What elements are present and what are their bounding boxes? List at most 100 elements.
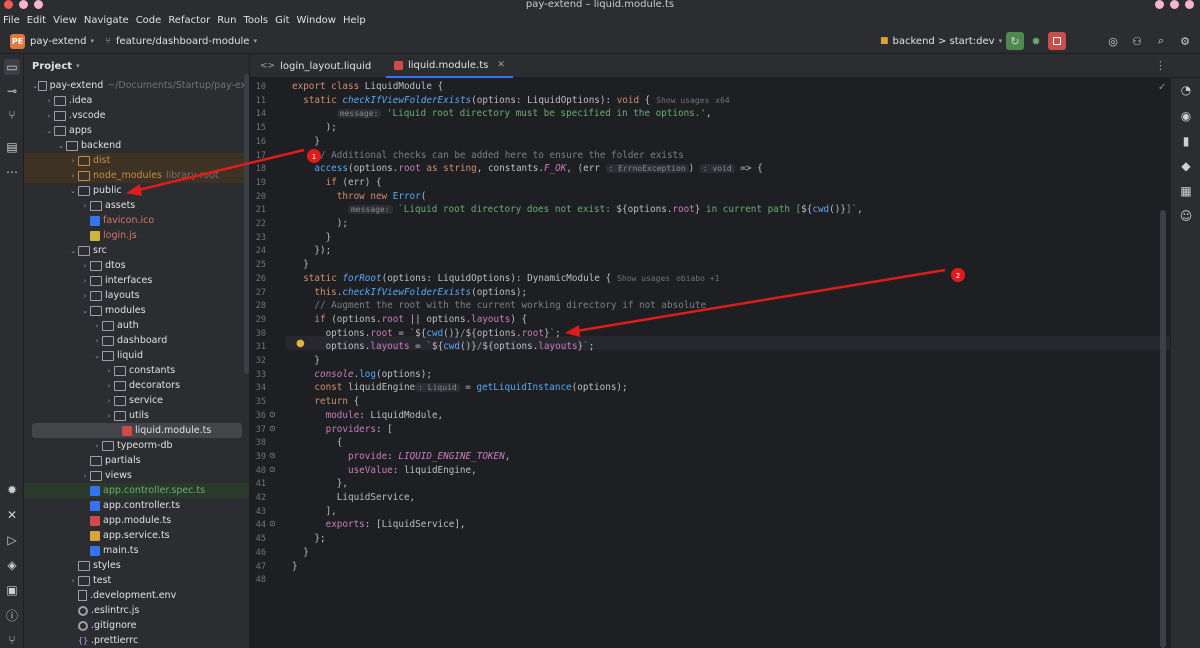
services-tool-button[interactable]: ✕: [4, 507, 20, 523]
project-switcher[interactable]: PE pay-extend ▾: [10, 32, 94, 50]
chevron-right-icon[interactable]: ›: [80, 292, 90, 300]
chevron-right-icon[interactable]: ›: [68, 172, 78, 180]
editor-scrollbar[interactable]: [1160, 210, 1166, 648]
tree-item[interactable]: › dist: [24, 153, 249, 168]
tree-item[interactable]: › utils: [24, 408, 249, 423]
rerun-button[interactable]: ↻: [1006, 32, 1024, 50]
window-control-dot[interactable]: [1170, 0, 1179, 9]
menu-navigate[interactable]: Navigate: [84, 15, 129, 26]
tree-item[interactable]: › node_modules library root: [24, 168, 249, 183]
tree-scrollbar[interactable]: [244, 74, 249, 374]
tree-item[interactable]: › .vscode: [24, 108, 249, 123]
chevron-right-icon[interactable]: ›: [80, 472, 90, 480]
tree-item[interactable]: partials: [24, 453, 249, 468]
tree-item[interactable]: app.controller.spec.ts: [24, 483, 249, 498]
tree-item[interactable]: › test: [24, 573, 249, 588]
tree-item[interactable]: › dashboard: [24, 333, 249, 348]
implementation-gutter-icon[interactable]: ⊙: [269, 465, 276, 474]
code-editor[interactable]: 10 11 14 15 16 17 18 19 20 21 22 23 24 25 26 27 28 29 30 31…: [250, 78, 1170, 648]
terminal-tool-button[interactable]: ▣: [4, 582, 20, 598]
tree-item[interactable]: {} .prettierrc: [24, 633, 249, 648]
tree-item[interactable]: › auth: [24, 318, 249, 333]
endpoints-button[interactable]: ▦: [1178, 183, 1194, 199]
implementation-gutter-icon[interactable]: ⊙: [269, 519, 276, 528]
git-tool-button[interactable]: ⑂: [4, 632, 20, 648]
menu-file[interactable]: File: [3, 15, 20, 26]
tree-item[interactable]: › .idea: [24, 93, 249, 108]
chevron-right-icon[interactable]: ›: [92, 337, 102, 345]
pull-requests-tool-button[interactable]: ⑂: [4, 107, 20, 123]
tree-item[interactable]: ⌄ modules: [24, 303, 249, 318]
more-tabs-icon[interactable]: ⋮: [1155, 59, 1166, 72]
chevron-down-icon[interactable]: ⌄: [92, 352, 102, 360]
tree-item[interactable]: styles: [24, 558, 249, 573]
more-tools-button[interactable]: ⋯: [4, 164, 20, 180]
debug-tool-button[interactable]: ✹: [4, 482, 20, 498]
window-control-dot[interactable]: [1185, 0, 1194, 9]
window-control-dot[interactable]: [1155, 0, 1164, 9]
tree-item[interactable]: ⌄ backend: [24, 138, 249, 153]
show-usages-link[interactable]: Show usages: [617, 274, 670, 283]
tree-item[interactable]: › views: [24, 468, 249, 483]
tree-item[interactable]: app.module.ts: [24, 513, 249, 528]
chevron-right-icon[interactable]: ›: [80, 262, 90, 270]
structure-tool-button[interactable]: ▤: [4, 139, 20, 155]
tree-item[interactable]: main.ts: [24, 543, 249, 558]
implementation-gutter-icon[interactable]: ⊙: [269, 410, 276, 419]
chevron-right-icon[interactable]: ›: [80, 202, 90, 210]
chevron-right-icon[interactable]: ›: [44, 112, 54, 120]
close-icon[interactable]: ✕: [497, 60, 505, 70]
show-usages-link[interactable]: Show usages: [656, 96, 709, 105]
menu-tools[interactable]: Tools: [243, 15, 268, 26]
tree-item[interactable]: favicon.ico: [24, 213, 249, 228]
ai-assistant-button[interactable]: ◉: [1178, 108, 1194, 124]
npm-button[interactable]: ◆: [1178, 158, 1194, 174]
settings-button[interactable]: ⚙: [1176, 32, 1194, 50]
tree-item[interactable]: .gitignore: [24, 618, 249, 633]
tree-item[interactable]: ⌄ public: [24, 183, 249, 198]
tree-item[interactable]: ⌄ src: [24, 243, 249, 258]
tab-liquid-module[interactable]: liquid.module.ts ✕: [386, 54, 513, 78]
tree-item[interactable]: › dtos: [24, 258, 249, 273]
search-button[interactable]: ⌕: [1152, 32, 1170, 50]
menu-help[interactable]: Help: [343, 15, 366, 26]
run-config-selector[interactable]: ■ backend > start:dev ▾: [880, 32, 1002, 50]
chevron-right-icon[interactable]: ›: [68, 157, 78, 165]
tree-item[interactable]: liquid.module.ts: [32, 423, 242, 438]
intention-bulb-icon[interactable]: ●: [296, 338, 305, 349]
vcs-tool-button[interactable]: ◈: [4, 557, 20, 573]
project-tool-button[interactable]: ▭: [4, 59, 20, 75]
menu-code[interactable]: Code: [136, 15, 162, 26]
project-panel-header[interactable]: Project ▾: [24, 54, 249, 78]
branch-switcher[interactable]: ⑂ feature/dashboard-module ▾: [105, 32, 257, 50]
menu-run[interactable]: Run: [217, 15, 236, 26]
chevron-down-icon[interactable]: ⌄: [68, 247, 78, 255]
chevron-right-icon[interactable]: ›: [92, 442, 102, 450]
chevron-right-icon[interactable]: ›: [104, 382, 114, 390]
menu-edit[interactable]: Edit: [27, 15, 46, 26]
chevron-right-icon[interactable]: ›: [68, 577, 78, 585]
menu-git[interactable]: Git: [275, 15, 289, 26]
tree-item[interactable]: › decorators: [24, 378, 249, 393]
tree-item[interactable]: .eslintrc.js: [24, 603, 249, 618]
chevron-right-icon[interactable]: ›: [44, 97, 54, 105]
tree-item[interactable]: ⌄ liquid: [24, 348, 249, 363]
tree-item[interactable]: app.service.ts: [24, 528, 249, 543]
copilot-button[interactable]: ◎: [1104, 32, 1122, 50]
chevron-down-icon[interactable]: ⌄: [80, 307, 90, 315]
chevron-right-icon[interactable]: ›: [104, 412, 114, 420]
database-button[interactable]: ▮: [1178, 133, 1194, 149]
add-user-button[interactable]: ⚇: [1128, 32, 1146, 50]
tree-item[interactable]: › layouts: [24, 288, 249, 303]
stop-button[interactable]: [1048, 32, 1066, 50]
tab-login-layout[interactable]: <> login_layout.liquid: [252, 54, 379, 78]
debug-button[interactable]: ✹: [1027, 32, 1045, 50]
commit-tool-button[interactable]: ⊸: [4, 83, 20, 99]
tree-item[interactable]: › assets: [24, 198, 249, 213]
implementation-gutter-icon[interactable]: ⊙: [269, 424, 276, 433]
chevron-down-icon[interactable]: ⌄: [56, 142, 66, 150]
menu-view[interactable]: View: [53, 15, 77, 26]
tree-item[interactable]: › service: [24, 393, 249, 408]
notifications-button[interactable]: ◔: [1178, 82, 1194, 98]
no-problems-check-icon[interactable]: ✓: [1158, 82, 1166, 93]
